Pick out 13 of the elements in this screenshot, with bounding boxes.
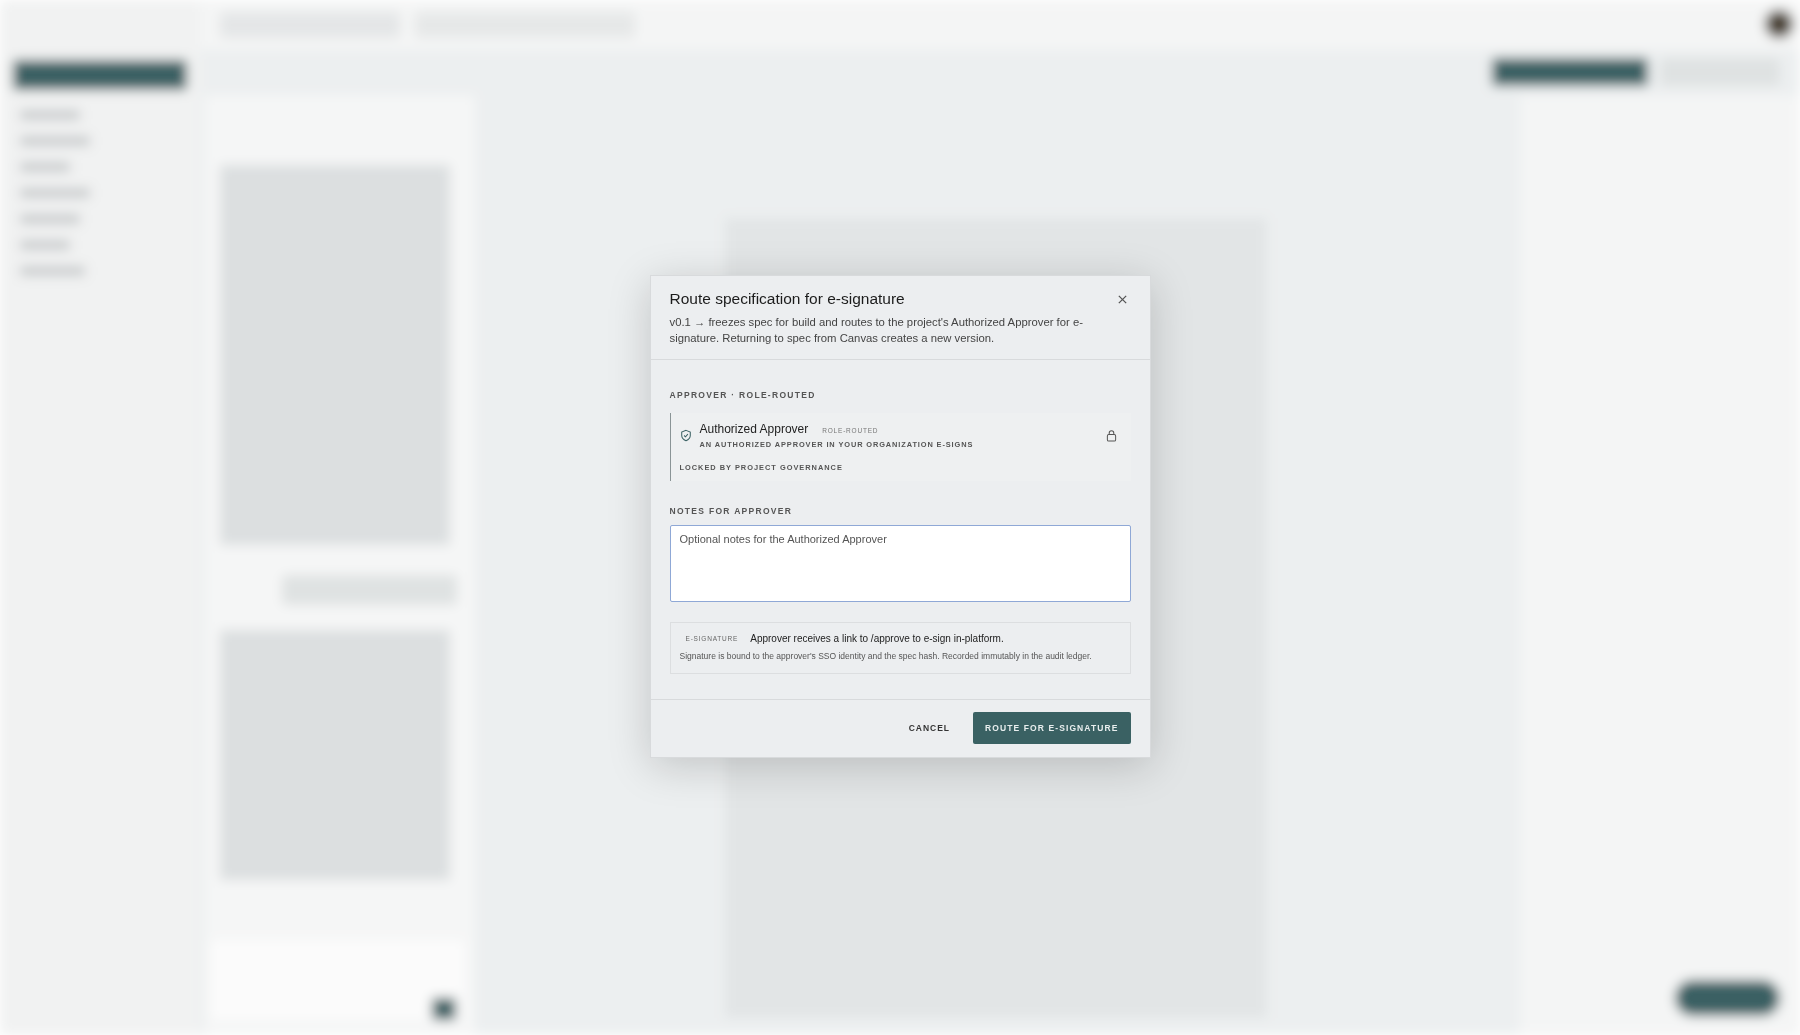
cancel-button[interactable]: CANCEL — [904, 719, 955, 737]
lock-icon — [1105, 429, 1117, 442]
notes-label: NOTES FOR APPROVER — [669, 506, 794, 516]
route-button[interactable]: ROUTE FOR E-SIGNATURE — [973, 712, 1131, 744]
dialog-description: v0.1 → freezes spec for build and routes to the project's Authorized Approver for e-signature. Returning to spec from Canvas creates a new version. — [669, 315, 1084, 346]
notes-field[interactable]: Optional notes for the Authorized Approver — [669, 525, 1131, 602]
close-icon[interactable] — [1116, 293, 1128, 305]
info-headline: Approver receives a link to /approve to e-sign in-platform. — [750, 633, 1004, 644]
info-detail: Signature is bound to the approver's SSO identity and the spec hash. Recorded immutably in the audit ledger. — [679, 650, 1093, 663]
section-label: APPROVER · ROLE-ROUTED — [669, 390, 817, 400]
approver-name: Authorized Approver — [699, 422, 809, 436]
dialog-title: Route specification for e-signature — [669, 290, 905, 308]
shield-check-icon — [679, 429, 692, 442]
